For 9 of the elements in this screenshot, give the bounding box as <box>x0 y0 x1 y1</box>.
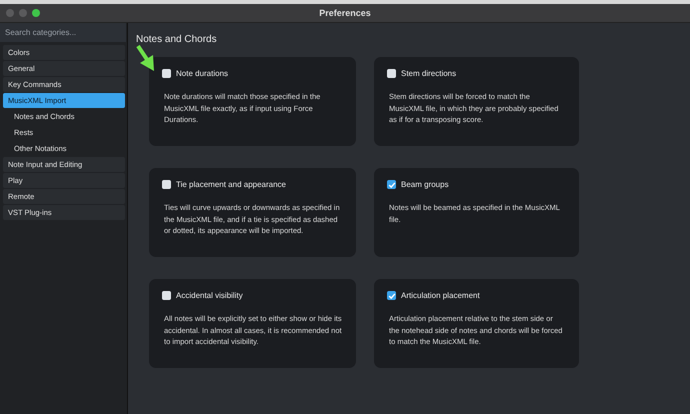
option-label: Stem directions <box>401 69 456 78</box>
option-label: Tie placement and appearance <box>176 180 286 189</box>
page-title: Notes and Chords <box>136 34 218 47</box>
search-field[interactable]: Search categories... <box>0 23 126 42</box>
option-label: Beam groups <box>401 180 449 189</box>
window-title: Preferences <box>319 8 371 18</box>
option-label: Note durations <box>176 69 228 78</box>
option-label: Articulation placement <box>401 291 480 300</box>
option-label: Accidental visibility <box>176 291 243 300</box>
